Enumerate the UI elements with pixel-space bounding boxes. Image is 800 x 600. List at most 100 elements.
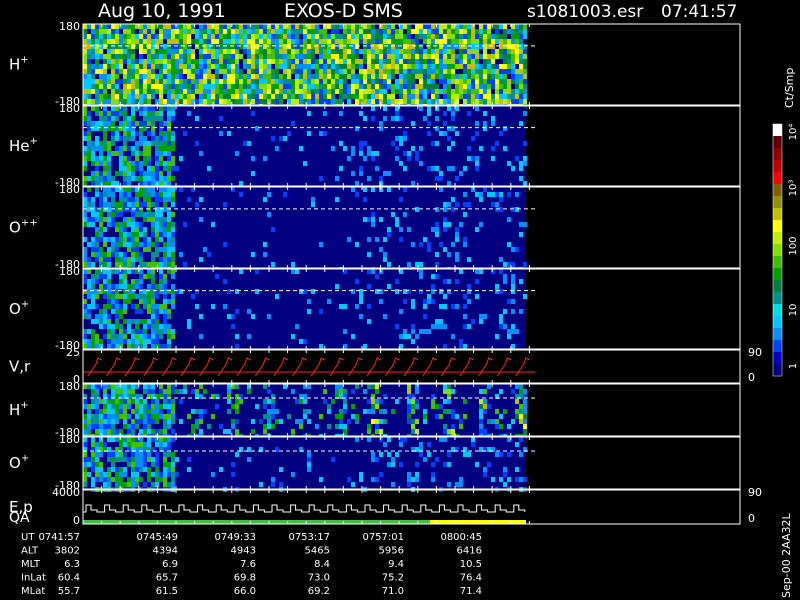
heatmap-cell <box>103 319 107 324</box>
heatmap-cell <box>107 24 111 29</box>
heatmap-cell <box>111 334 115 339</box>
heatmap-cell <box>511 99 515 104</box>
heatmap-cell <box>115 437 119 442</box>
heatmap-cell <box>443 24 447 29</box>
heatmap-cell <box>171 404 175 409</box>
heatmap-cell <box>431 29 435 34</box>
heatmap-cell <box>523 399 527 404</box>
heatmap-cell <box>179 79 183 84</box>
heatmap-cell <box>251 156 255 161</box>
heatmap-cell <box>195 389 199 394</box>
heatmap-cell <box>167 414 171 419</box>
heatmap-cell <box>215 404 219 409</box>
heatmap-cell <box>439 49 443 54</box>
heatmap-cell <box>99 274 103 279</box>
heatmap-cell <box>503 467 507 472</box>
heatmap-cell <box>363 197 367 202</box>
heatmap-cell <box>299 289 303 294</box>
heatmap-cell <box>95 136 99 141</box>
heatmap-cell <box>487 54 491 59</box>
heatmap-cell <box>311 289 315 294</box>
heatmap-cell <box>367 99 371 104</box>
heatmap-cell <box>335 84 339 89</box>
heatmap-cell <box>103 404 107 409</box>
heatmap-cell <box>231 324 235 329</box>
heatmap-cell <box>479 319 483 324</box>
heatmap-cell <box>451 99 455 104</box>
heatmap-cell <box>235 344 239 349</box>
heatmap-cell <box>99 467 103 472</box>
heatmap-cell <box>163 202 167 207</box>
heatmap-cell <box>139 29 143 34</box>
heatmap-cell <box>195 89 199 94</box>
heatmap-cell <box>219 116 223 121</box>
heatmap-cell <box>243 79 247 84</box>
heatmap-cell <box>379 59 383 64</box>
heatmap-cell <box>443 222 447 227</box>
heatmap-cell <box>315 79 319 84</box>
heatmap-cell <box>215 84 219 89</box>
heatmap-cell <box>107 116 111 121</box>
panel-label-superscript: + <box>20 55 28 66</box>
heatmap-cell <box>143 126 147 131</box>
heatmap-cell <box>95 269 99 274</box>
heatmap-cell <box>115 227 119 232</box>
heatmap-cell <box>267 314 271 319</box>
heatmap-cell <box>303 44 307 49</box>
heatmap-cell <box>443 121 447 126</box>
heatmap-cell <box>359 64 363 69</box>
heatmap-cell <box>483 24 487 29</box>
heatmap-cell <box>379 299 383 304</box>
heatmap-cell <box>199 99 203 104</box>
x-axis-value: 0741:57 <box>38 532 80 543</box>
heatmap-cell <box>159 151 163 156</box>
heatmap-cell <box>327 89 331 94</box>
heatmap-cell <box>147 299 151 304</box>
heatmap-cell <box>439 54 443 59</box>
heatmap-cell <box>87 64 91 69</box>
heatmap-cell <box>191 294 195 299</box>
heatmap-cell <box>103 166 107 171</box>
heatmap-cell <box>155 79 159 84</box>
heatmap-cell <box>159 279 163 284</box>
heatmap-cell <box>495 69 499 74</box>
heatmap-cell <box>83 44 87 49</box>
sms-spectrogram: Aug 10, 1991 EXOS-D SMS s1081003.esr 07:… <box>9 0 799 598</box>
heatmap-cell <box>415 334 419 339</box>
heatmap-cell <box>391 24 395 29</box>
heatmap-cell <box>115 477 119 482</box>
heatmap-cell <box>483 59 487 64</box>
heatmap-cell <box>203 54 207 59</box>
heatmap-cell <box>407 49 411 54</box>
heatmap-cell <box>455 232 459 237</box>
heatmap-cell <box>399 89 403 94</box>
heatmap-cell <box>171 242 175 247</box>
heatmap-cell <box>483 429 487 434</box>
heatmap-cell <box>327 74 331 79</box>
heatmap-cell <box>87 74 91 79</box>
heatmap-cell <box>199 314 203 319</box>
heatmap-cell <box>507 192 511 197</box>
heatmap-cell <box>367 54 371 59</box>
heatmap-cell <box>155 324 159 329</box>
heatmap-cell <box>159 309 163 314</box>
heatmap-cell <box>163 242 167 247</box>
heatmap-cell <box>443 111 447 116</box>
heatmap-cell <box>119 44 123 49</box>
heatmap-cell <box>215 69 219 74</box>
heatmap-cell <box>459 424 463 429</box>
heatmap-cell <box>403 131 407 136</box>
heatmap-cell <box>199 94 203 99</box>
heatmap-cell <box>131 59 135 64</box>
heatmap-cell <box>335 59 339 64</box>
heatmap-cell <box>487 89 491 94</box>
heatmap-cell <box>459 269 463 274</box>
heatmap-cell <box>439 24 443 29</box>
heatmap-cell <box>159 131 163 136</box>
heatmap-cell <box>231 54 235 59</box>
heatmap-cell <box>147 217 151 222</box>
heatmap-cell <box>251 84 255 89</box>
heatmap-cell <box>483 399 487 404</box>
heatmap-cell <box>119 389 123 394</box>
heatmap-cell <box>127 294 131 299</box>
